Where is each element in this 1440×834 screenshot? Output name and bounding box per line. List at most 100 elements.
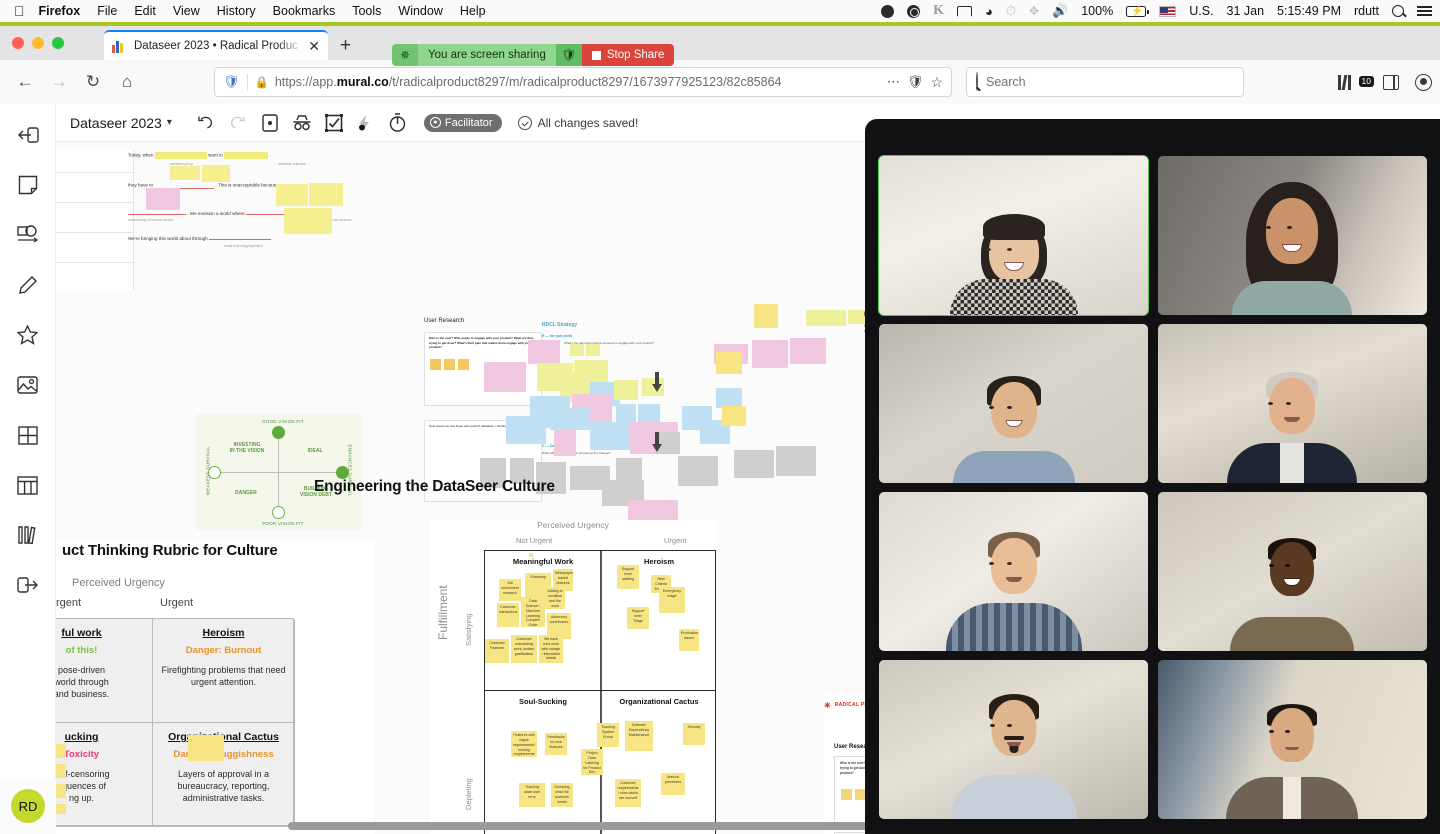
- menu-help[interactable]: Help: [460, 4, 486, 18]
- star-icon[interactable]: ☆: [930, 74, 943, 91]
- volume-icon[interactable]: 🔊: [1052, 3, 1068, 19]
- close-window-button[interactable]: [12, 37, 24, 49]
- vision-fit-quadrant[interactable]: GOOD VISION FIT POOR VISION FIT WEAKENS …: [196, 414, 362, 530]
- avatar[interactable]: RD: [11, 789, 45, 823]
- back-arrow-icon[interactable]: ←: [8, 67, 42, 97]
- sticky-note[interactable]: [570, 344, 584, 356]
- sticky-note[interactable]: Guessing what the customer needs: [551, 783, 573, 807]
- sticky-note[interactable]: [506, 416, 546, 444]
- menu-view[interactable]: View: [173, 4, 200, 18]
- sticky-note[interactable]: Tracking down user error: [519, 783, 545, 807]
- sticky-note[interactable]: [656, 432, 680, 454]
- current-user-puck[interactable]: RD: [0, 778, 56, 834]
- sticky-note[interactable]: [716, 352, 742, 374]
- vote-checkbox-icon[interactable]: [318, 108, 350, 138]
- urgency-fulfillment-matrix[interactable]: Perceived Urgency Not Urgent Urgent Fulf…: [430, 520, 716, 834]
- bluetooth-icon[interactable]: ✥: [1029, 4, 1039, 18]
- library-icon[interactable]: [1338, 74, 1351, 90]
- matrix-grid[interactable]: Meaningful Work Heroism Soul-Sucking Org…: [484, 550, 716, 834]
- menu-bar-date[interactable]: 31 Jan: [1227, 4, 1265, 18]
- sticky-note[interactable]: [202, 165, 230, 182]
- facilitator-badge[interactable]: ● Facilitator: [423, 113, 502, 132]
- participant-tile-4[interactable]: [1157, 324, 1427, 483]
- quick-talk-icon[interactable]: [350, 108, 382, 138]
- sticky-note[interactable]: [734, 450, 774, 478]
- sticky-note[interactable]: Feedbacks on new features: [545, 733, 567, 755]
- sticky-note[interactable]: [56, 764, 66, 778]
- pocket-casts-icon[interactable]: [881, 4, 895, 18]
- sticky-note[interactable]: [678, 456, 718, 486]
- pocket-icon[interactable]: 🛡: [907, 74, 924, 90]
- icons-star-icon[interactable]: [11, 318, 45, 352]
- sticky-note[interactable]: [484, 362, 526, 392]
- participant-tile-5[interactable]: [879, 492, 1148, 651]
- vision-fit-node-top[interactable]: [272, 426, 285, 439]
- sticky-note[interactable]: [722, 406, 746, 426]
- framework-grid-icon[interactable]: [11, 418, 45, 452]
- sticky-note[interactable]: Tracking System Errors: [597, 723, 619, 747]
- sticky-note[interactable]: [806, 310, 846, 326]
- collapse-sidebar-icon[interactable]: [11, 118, 45, 152]
- shapes-connectors-icon[interactable]: [11, 218, 45, 252]
- table-icon[interactable]: [11, 468, 45, 502]
- us-flag-icon[interactable]: [1159, 5, 1177, 17]
- rubric-cell[interactable]: Heroism Danger: Burnout Firefighting pro…: [153, 619, 295, 723]
- ellipsis-icon[interactable]: ⋯: [887, 74, 901, 90]
- menu-history[interactable]: History: [217, 4, 256, 18]
- window-traffic-lights[interactable]: [12, 37, 64, 49]
- vision-fit-node-bottom[interactable]: [272, 506, 285, 519]
- sticky-note[interactable]: Customer requirements / roles which are …: [615, 779, 641, 807]
- participant-tile-3[interactable]: [879, 324, 1148, 483]
- pen-icon[interactable]: [11, 268, 45, 302]
- rubric-grid[interactable]: ful work of this! pose-driven world thro…: [56, 618, 295, 827]
- sticky-note[interactable]: [170, 166, 200, 180]
- sticky-note[interactable]: Security: [683, 723, 705, 745]
- menu-bar-time[interactable]: 5:15:49 PM: [1277, 4, 1341, 18]
- home-icon[interactable]: ⌂: [110, 67, 144, 97]
- sticky-note[interactable]: [284, 208, 332, 234]
- zoom-window-button[interactable]: [52, 37, 64, 49]
- sticky-note[interactable]: Job enrichment research: [499, 579, 521, 601]
- rubric-cell[interactable]: ucking Toxicity self-censoring equences …: [56, 723, 153, 827]
- new-tab-button[interactable]: +: [340, 36, 351, 55]
- sticky-note[interactable]: Production issues: [679, 629, 699, 651]
- sticky-note[interactable]: [56, 784, 66, 798]
- participant-tile-8[interactable]: [1157, 660, 1427, 819]
- sticky-note[interactable]: [586, 344, 600, 356]
- minimize-window-button[interactable]: [32, 37, 44, 49]
- sticky-note[interactable]: [754, 304, 778, 328]
- sticky-note[interactable]: [309, 183, 343, 206]
- sticky-note[interactable]: Adding to condition and the work: [545, 587, 565, 609]
- sticky-note[interactable]: [146, 188, 180, 210]
- menu-firefox[interactable]: Firefox: [39, 4, 81, 18]
- menu-bookmarks[interactable]: Bookmarks: [273, 4, 336, 18]
- adobe-creative-cloud-icon[interactable]: [907, 4, 921, 18]
- airplay-icon[interactable]: [956, 5, 972, 17]
- sticky-note[interactable]: Support level Triage: [627, 607, 649, 629]
- sticky-note[interactable]: Features with vague requirements/ moving…: [511, 731, 537, 757]
- sticky-dot[interactable]: [529, 553, 533, 557]
- sticky-note[interactable]: [616, 458, 642, 482]
- menu-edit[interactable]: Edit: [134, 4, 156, 18]
- sticky-note[interactable]: We have bold work with outage / interact…: [539, 635, 563, 663]
- sticky-note-icon[interactable]: [11, 168, 45, 202]
- stop-share-button[interactable]: Stop Share: [581, 44, 675, 66]
- karabiner-k-icon[interactable]: K: [933, 3, 944, 19]
- presentation-icon[interactable]: [254, 108, 286, 138]
- keyboard-layout-label[interactable]: U.S.: [1189, 4, 1213, 18]
- sticky-note[interactable]: [716, 388, 742, 408]
- apple-menu-icon[interactable]: : [14, 4, 25, 18]
- sticky-note[interactable]: Manual processes: [661, 773, 685, 795]
- participant-tile-2[interactable]: [1157, 156, 1427, 315]
- menu-window[interactable]: Window: [398, 4, 442, 18]
- chevron-down-icon[interactable]: ▾: [167, 117, 172, 128]
- vision-fit-node-left[interactable]: [208, 466, 221, 479]
- browser-tab[interactable]: Dataseer 2023 • Radical Produc ✕: [104, 30, 328, 60]
- image-icon[interactable]: [11, 368, 45, 402]
- control-center-icon[interactable]: [1417, 6, 1432, 16]
- redo-icon[interactable]: [222, 108, 254, 138]
- sidebar-icon[interactable]: [1383, 74, 1399, 90]
- sticky-note[interactable]: [776, 446, 816, 476]
- forward-arrow-icon[interactable]: →: [42, 67, 76, 97]
- sticky-note[interactable]: [638, 404, 660, 422]
